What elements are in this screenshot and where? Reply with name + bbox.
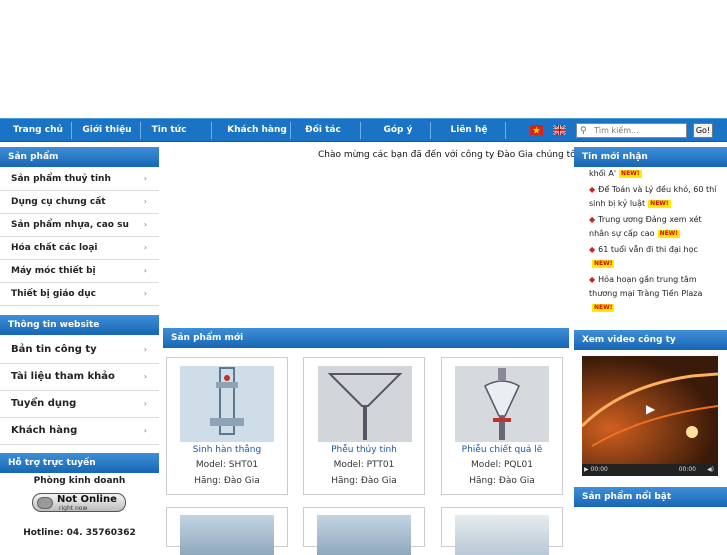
nav-partners[interactable]: Đối tác [296,119,350,142]
chevron-right-icon: › [143,345,147,354]
sidebar-item-bulletin[interactable]: Bản tin công ty › [0,337,159,364]
sidebar-item-chemicals[interactable]: Hóa chất các loại › [0,237,159,260]
video-controls[interactable]: ▶ 00:00 00:00 ◀) [582,464,718,476]
product-card[interactable]: Sinh hàn thẳng Model: SHT01 Hãng: Đào Gi… [166,357,288,495]
video-time-left: 00:00 [590,466,608,473]
chevron-right-icon: › [143,220,147,229]
new-badge: NEW! [592,303,615,312]
product-card[interactable]: Phiễu chiết quả lê Model: PQL01 Hãng: Đà… [441,357,563,495]
hotline: Hotline: 04. 35760362 [23,528,136,538]
vietnam-flag-icon[interactable] [530,125,543,135]
new-badge: NEW! [657,229,681,238]
sidebar-item-glass[interactable]: Sản phẩm thuỷ tinh › [0,168,159,191]
products-header: Sản phẩm [0,147,159,167]
nav-customers[interactable]: Khách hàng [224,119,290,142]
product-card[interactable] [166,507,288,555]
chevron-right-icon: › [143,243,147,252]
uk-flag-icon[interactable] [552,124,567,136]
product-card[interactable] [303,507,425,555]
news-list: khối A' NEW! ◆ Để Toán và Lý đều khó, 60 t… [574,167,727,317]
chevron-right-icon: › [143,399,147,408]
bullet-icon: ◆ [589,185,596,194]
chevron-right-icon: › [143,289,147,298]
featured-header: Sản phẩm nổi bật [574,487,727,507]
chevron-right-icon: › [143,426,147,435]
video-time-right: 00:00 [678,466,696,473]
product-model: Model: SHT01 [195,460,259,470]
search-placeholder: Tìm kiếm... [594,126,639,135]
product-image[interactable] [455,366,549,442]
product-name[interactable]: Phiễu chiết quả lê [442,445,562,455]
product-card[interactable]: Phễu thủy tinh Model: PTT01 Hãng: Đào Gi… [303,357,425,495]
news-item[interactable]: ◆ 61 tuổi vẫn đi thi đại họcNEW! [589,243,721,271]
status-main: Not Online [57,494,117,505]
product-model: Model: PQL01 [471,460,533,470]
product-name[interactable]: Phễu thủy tinh [304,445,424,455]
sidebar-item-references[interactable]: Tài liệu tham khảo › [0,364,159,391]
product-image[interactable] [318,366,412,442]
bullet-icon: ◆ [589,215,596,224]
product-brand: Hãng: Đào Gia [194,476,260,486]
product-card[interactable] [441,507,563,555]
product-brand: Hãng: Đào Gia [331,476,397,486]
new-badge: NEW! [648,199,671,208]
support-header: Hỗ trợ trực tuyến [0,453,159,473]
info-menu: Bản tin công ty › Tài liệu tham khảo › Tuy… [0,337,159,445]
nav-news[interactable]: Tin tức [141,119,197,142]
top-nav: Trang chủ Giới thiệu Tin tức Khách hàng … [0,118,727,142]
products-menu: Sản phẩm thuỷ tinh › Dụng cụ chưng cất › S… [0,168,159,306]
nav-feedback[interactable]: Góp ý [368,119,428,142]
search-input[interactable]: ⚲ Tìm kiếm... [576,123,687,138]
new-badge: NEW! [592,259,615,268]
volume-icon[interactable]: ◀) [707,464,714,476]
product-image[interactable] [455,515,549,555]
search-button[interactable]: Go! [693,123,713,138]
product-image[interactable] [180,515,274,555]
bullet-icon: ◆ [589,245,596,254]
chevron-right-icon: › [143,372,147,381]
product-brand: Hãng: Đào Gia [469,476,535,486]
news-item[interactable]: ◆ Để Toán và Lý đều khó, 60 thí sinh bị k… [589,183,721,211]
latest-news-header: Tin mới nhận [574,147,727,167]
video-header: Xem video công ty [574,330,727,350]
product-image[interactable] [180,366,274,442]
news-item[interactable]: ◆ Trung ương Đảng xem xét nhân sự cấp cao… [589,213,721,241]
nav-home[interactable]: Trang chủ [6,119,70,142]
online-status-button[interactable]: Not Online right now [32,493,126,512]
status-sub: right now [59,505,88,512]
sidebar-item-education[interactable]: Thiết bị giáo dục › [0,283,159,306]
sidebar-item-plastic[interactable]: Sản phẩm nhựa, cao su › [0,214,159,237]
product-model: Model: PTT01 [333,460,395,470]
status-icon [37,497,53,509]
news-item[interactable]: ◆ Hỏa hoạn gần trung tâm thương mại Tràng… [589,273,721,315]
info-header: Thông tin website [0,315,159,335]
sidebar-item-machines[interactable]: Máy móc thiết bị › [0,260,159,283]
new-badge: NEW! [619,169,642,178]
chevron-right-icon: › [143,266,147,275]
sidebar-item-clients[interactable]: Khách hàng › [0,418,159,445]
nav-contact[interactable]: Liên hệ [440,119,498,142]
welcome-text: Chào mừng các bạn đã đến với công ty Đào… [318,150,582,160]
support-dept: Phòng kinh doanh [33,476,126,486]
product-name[interactable]: Sinh hàn thẳng [167,445,287,455]
news-item[interactable]: khối A' NEW! [589,167,721,181]
bullet-icon: ◆ [589,275,596,284]
company-video[interactable]: ▶ [582,356,718,476]
chevron-right-icon: › [143,197,147,206]
product-image[interactable] [317,515,411,555]
play-control-icon[interactable]: ▶ [584,466,589,473]
sidebar-item-distillation[interactable]: Dụng cụ chưng cất › [0,191,159,214]
sidebar-item-recruitment[interactable]: Tuyển dụng › [0,391,159,418]
play-icon[interactable]: ▶ [646,402,655,416]
chevron-right-icon: › [143,174,147,183]
new-products-header: Sản phẩm mới [163,328,569,348]
search-icon: ⚲ [580,126,587,136]
nav-about[interactable]: Giới thiệu [76,119,138,142]
